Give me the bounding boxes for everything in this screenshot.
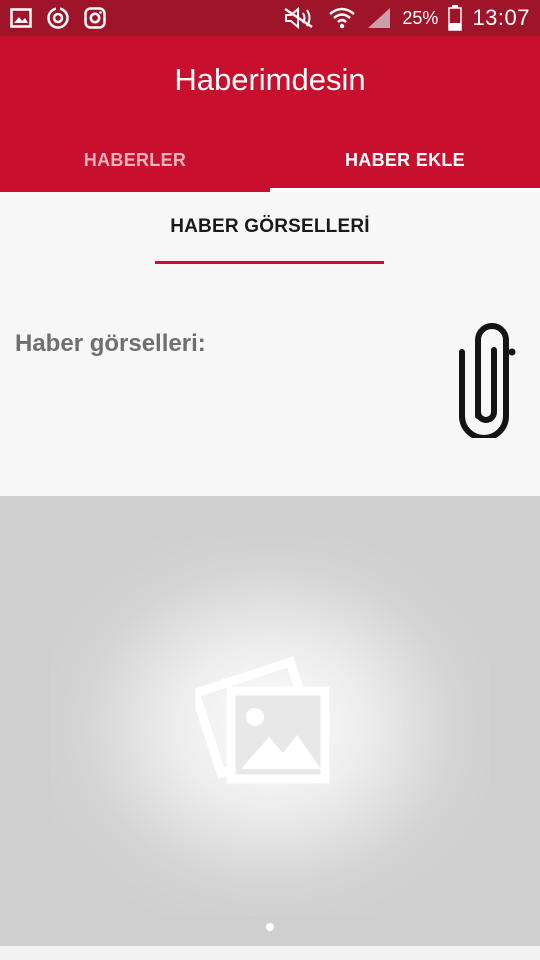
signal-icon [366, 6, 392, 30]
image-placeholder-icon [195, 656, 330, 784]
news-images-section: HABER GÖRSELLERİ Haber görselleri: [0, 192, 540, 496]
sync-notification-icon [46, 6, 70, 30]
app-title: Haberimdesin [174, 62, 366, 97]
instagram-notification-icon [84, 7, 106, 29]
bottom-strip [0, 946, 540, 960]
clock: 13:07 [472, 5, 530, 30]
tab-bar: HABERLER HABER EKLE [0, 128, 540, 192]
attach-image-button[interactable] [428, 323, 538, 438]
status-bar: 25% 13:07 [0, 0, 540, 36]
app-bar: Haberimdesin HABERLER HABER EKLE [0, 36, 540, 192]
battery-icon [448, 5, 463, 31]
mute-icon [282, 6, 318, 30]
tab-haber-ekle-label: HABER EKLE [344, 149, 465, 170]
gallery-notification-icon [10, 8, 32, 28]
tab-haberler[interactable]: HABERLER [0, 128, 270, 192]
wifi-icon [328, 5, 356, 31]
paperclip-icon [459, 323, 516, 438]
battery-percent: 25% [402, 7, 439, 28]
news-images-label: Haber görselleri: [15, 330, 206, 357]
section-heading: HABER GÖRSELLERİ [170, 216, 370, 237]
section-heading-underline [155, 261, 384, 264]
page-indicator-dot [266, 923, 274, 931]
tab-haber-ekle[interactable]: HABER EKLE [270, 128, 540, 192]
